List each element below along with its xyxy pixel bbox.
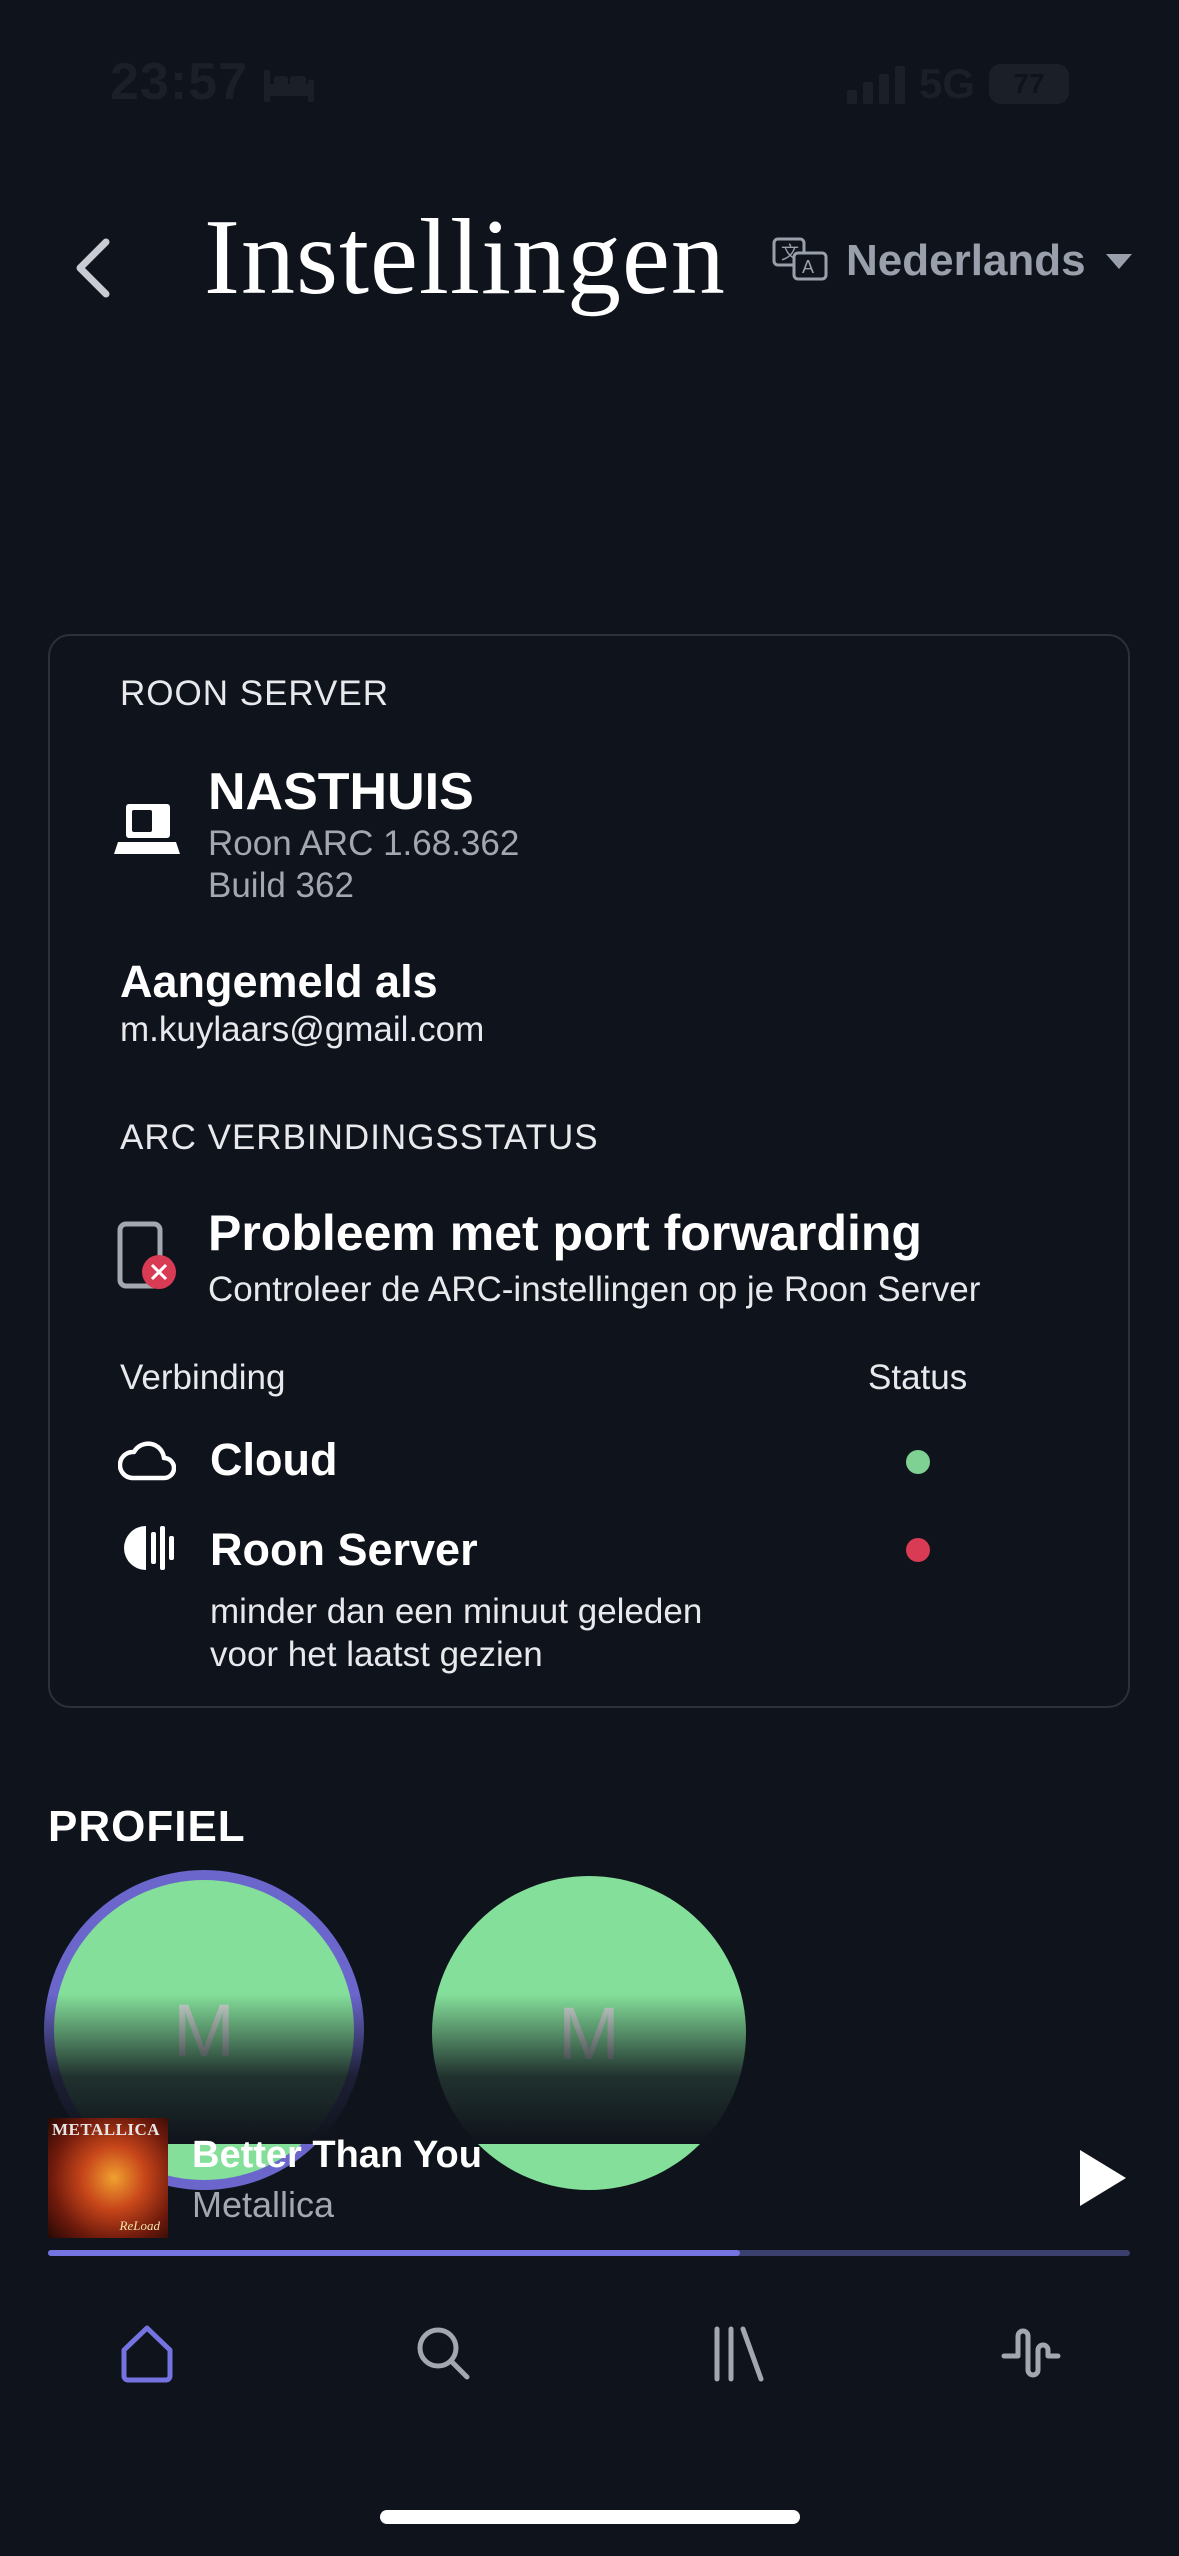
device-error-icon (116, 1220, 182, 1297)
playback-progress-fill (48, 2250, 741, 2256)
connection-column-header: Verbinding (120, 1358, 286, 1397)
album-cover-band: METALLICA (52, 2120, 161, 2139)
home-icon (121, 2325, 173, 2383)
now-playing-title[interactable]: Better Than You (192, 2134, 482, 2177)
laptop-icon (114, 798, 180, 863)
home-indicator[interactable] (380, 2510, 800, 2524)
play-button[interactable] (1076, 2148, 1128, 2208)
scroll-fade-overlay (0, 1994, 1179, 2144)
server-build: Build 362 (208, 866, 354, 905)
nav-search[interactable] (408, 2318, 478, 2388)
connection-problem-hint: Controleer de ARC-instellingen op je Roo… (208, 1270, 981, 1309)
back-button[interactable] (66, 232, 126, 304)
connection-problem-title: Probleem met port forwarding (208, 1205, 922, 1261)
roon-server-icon (122, 1522, 176, 1579)
signed-in-label: Aangemeld als (120, 956, 438, 1007)
play-icon (1080, 2150, 1126, 2206)
server-version: Roon ARC 1.68.362 (208, 824, 520, 863)
language-selector[interactable]: 文 A Nederlands (772, 236, 1134, 286)
nav-audio[interactable] (996, 2318, 1066, 2388)
svg-text:A: A (802, 257, 814, 277)
translate-icon: 文 A (772, 237, 828, 281)
album-cover[interactable]: METALLICA ReLoad (48, 2118, 168, 2238)
last-seen-line-2: voor het laatst gezien (210, 1635, 543, 1674)
profile-section-label: PROFIEL (48, 1802, 246, 1851)
network-label: 5G (918, 60, 975, 107)
connection-roon-server-label: Roon Server (210, 1524, 478, 1575)
search-icon (417, 2327, 470, 2380)
roon-server-status-dot (906, 1538, 930, 1562)
server-name: NASTHUIS (208, 763, 474, 821)
last-seen-note: minder dan een minuut geleden voor het l… (210, 1590, 830, 1676)
status-column-header: Status (868, 1358, 968, 1397)
language-label: Nederlands (846, 236, 1086, 285)
cloud-icon (117, 1438, 177, 1487)
album-cover-title: ReLoad (119, 2218, 160, 2233)
signal-icon (846, 64, 905, 104)
page-title: Instellingen (204, 198, 726, 317)
nav-library[interactable] (702, 2318, 772, 2388)
nav-home[interactable] (112, 2318, 182, 2388)
waveform-icon (1001, 2328, 1061, 2378)
caret-down-icon (1105, 254, 1132, 269)
cloud-status-dot (906, 1450, 930, 1474)
last-seen-line-1: minder dan een minuut geleden (210, 1592, 703, 1631)
status-time: 23:57 (110, 53, 248, 111)
library-icon (714, 2326, 764, 2382)
chevron-left-icon (76, 238, 110, 298)
arc-status-section-label: ARC VERBINDINGSSTATUS (120, 1118, 599, 1157)
connection-cloud-label: Cloud (210, 1434, 338, 1485)
sleep-mode-icon (262, 66, 316, 109)
account-email: m.kuylaars@gmail.com (120, 1010, 485, 1049)
battery-icon: 77 (989, 64, 1069, 104)
battery-level: 77 (1013, 68, 1045, 99)
now-playing-artist[interactable]: Metallica (192, 2184, 334, 2226)
roon-server-section-label: ROON SERVER (120, 674, 390, 713)
status-indicators: 5G 77 (846, 60, 1069, 108)
